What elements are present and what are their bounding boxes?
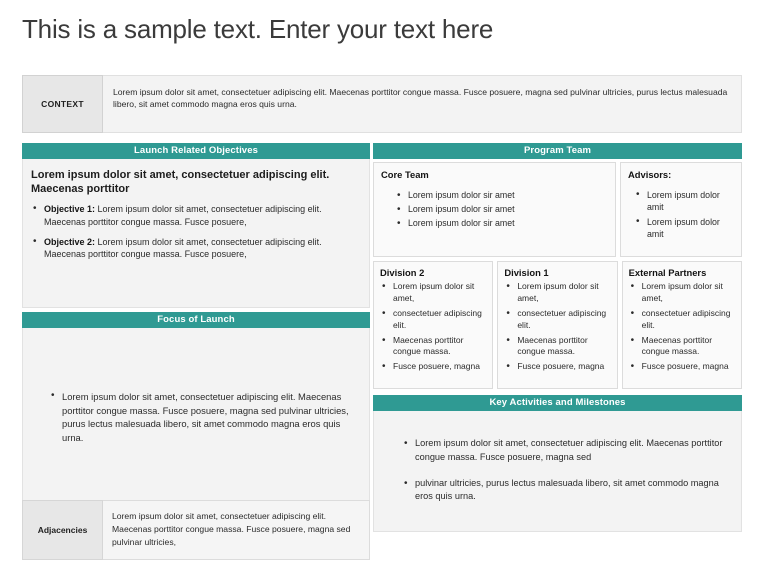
division-1-list: Lorem ipsum dolor sit amet, consectetuer… [504, 280, 610, 374]
milestones-list: Lorem ipsum dolor sit amet, consectetuer… [402, 436, 727, 516]
list-item: pulvinar ultricies, purus lectus malesua… [402, 476, 727, 505]
list-item: Lorem ipsum dolor sit amet, [504, 280, 610, 305]
objectives-list: Objective 1: Lorem ipsum dolor sit amet,… [31, 202, 359, 262]
focus-panel: Lorem ipsum dolor sit amet, consectetuer… [22, 328, 370, 514]
adjacencies-row: Adjacencies Lorem ipsum dolor sit amet, … [22, 500, 370, 560]
list-item: consectetuer adipiscing elit. [380, 307, 486, 332]
objectives-section-header: Launch Related Objectives [22, 143, 370, 159]
division-2-list: Lorem ipsum dolor sit amet, consectetuer… [380, 280, 486, 374]
program-team-row: Core Team Lorem ipsum dolor sir amet Lor… [373, 162, 742, 257]
objective-label: Objective 2: [44, 236, 96, 247]
list-item: Lorem ipsum dolor sir amet [395, 216, 607, 232]
core-team-heading: Core Team [381, 169, 429, 180]
program-team-section-header: Program Team [373, 143, 742, 159]
list-item: Objective 2: Lorem ipsum dolor sit amet,… [31, 235, 359, 262]
list-item: Objective 1: Lorem ipsum dolor sit amet,… [31, 202, 359, 229]
list-item: Lorem ipsum dolor sit amet, [629, 280, 735, 305]
core-team-box: Core Team Lorem ipsum dolor sir amet Lor… [373, 162, 616, 257]
list-item: Maecenas porttitor congue massa. [504, 334, 610, 359]
core-team-list: Lorem ipsum dolor sir amet Lorem ipsum d… [381, 188, 607, 232]
list-item: Lorem ipsum dolor sir amet [395, 188, 607, 204]
milestones-section-header: Key Activities and Milestones [373, 395, 742, 411]
list-item: consectetuer adipiscing elit. [629, 307, 735, 332]
division-1-heading: Division 1 [504, 267, 549, 278]
page-title: This is a sample text. Enter your text h… [22, 14, 494, 44]
focus-section-header: Focus of Launch [22, 312, 370, 328]
objective-label: Objective 1: [44, 204, 96, 215]
list-item: Fusce posuere, magna [629, 360, 735, 374]
list-item: Maecenas porttitor congue massa. [629, 334, 735, 359]
division-1-box: Division 1 Lorem ipsum dolor sit amet, c… [497, 261, 618, 389]
list-item: Fusce posuere, magna [504, 360, 610, 374]
division-2-box: Division 2 Lorem ipsum dolor sit amet, c… [373, 261, 494, 389]
list-item: Lorem ipsum dolor sit amet, consectetuer… [402, 436, 727, 465]
external-partners-box: External Partners Lorem ipsum dolor sit … [621, 261, 742, 389]
list-item: Lorem ipsum dolor sit amet, consectetuer… [49, 389, 357, 445]
right-column: Program Team Core Team Lorem ipsum dolor… [373, 143, 742, 560]
adjacencies-label: Adjacencies [22, 500, 103, 560]
context-label: CONTEXT [22, 75, 103, 133]
external-partners-heading: External Partners [628, 267, 707, 278]
list-item: Lorem ipsum dolor amit [634, 215, 734, 241]
list-item: Lorem ipsum dolor sir amet [395, 202, 607, 218]
advisors-heading: Advisors: [628, 169, 672, 180]
left-column: Launch Related Objectives Lorem ipsum do… [22, 143, 370, 560]
adjacencies-body: Lorem ipsum dolor sit amet, consectetuer… [103, 500, 370, 560]
external-partners-list: Lorem ipsum dolor sit amet, consectetuer… [629, 280, 735, 374]
list-item: consectetuer adipiscing elit. [504, 307, 610, 332]
context-body: Lorem ipsum dolor sit amet, consectetuer… [103, 75, 742, 133]
focus-list: Lorem ipsum dolor sit amet, consectetuer… [49, 389, 357, 448]
context-row: CONTEXT Lorem ipsum dolor sit amet, cons… [22, 75, 742, 133]
list-item: Lorem ipsum dolor amit [634, 188, 734, 214]
objectives-panel: Lorem ipsum dolor sit amet, consectetuer… [22, 159, 370, 308]
advisors-box: Advisors: Lorem ipsum dolor amit Lorem i… [620, 162, 742, 257]
milestones-panel: Lorem ipsum dolor sit amet, consectetuer… [373, 411, 742, 532]
list-item: Maecenas porttitor congue massa. [380, 334, 486, 359]
advisors-list: Lorem ipsum dolor amit Lorem ipsum dolor… [628, 188, 734, 241]
division-2-heading: Division 2 [380, 267, 425, 278]
divisions-row: Division 2 Lorem ipsum dolor sit amet, c… [373, 261, 742, 389]
list-item: Fusce posuere, magna [380, 360, 486, 374]
objectives-heading: Lorem ipsum dolor sit amet, consectetuer… [31, 169, 330, 196]
list-item: Lorem ipsum dolor sit amet, [380, 280, 486, 305]
